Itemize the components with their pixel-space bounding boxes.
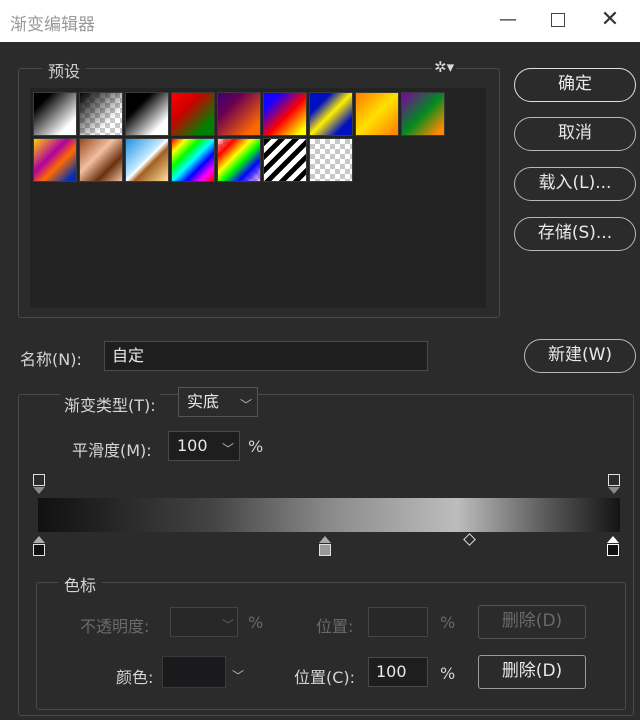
opacity-unit: % <box>248 613 264 632</box>
preset-swatch-foreground-to-transparent[interactable] <box>79 92 123 136</box>
color-label: 颜色: <box>116 668 154 687</box>
preset-swatch-fill <box>172 93 214 135</box>
stops-label: 色标 <box>58 572 103 596</box>
color-picker-swatch[interactable] <box>162 656 226 688</box>
opacity-location-label: 位置: <box>316 617 354 636</box>
name-label: 名称(N): <box>20 350 82 369</box>
opacity-stop-left[interactable] <box>33 474 45 486</box>
gradient-type-value: 实底 <box>187 392 220 411</box>
smoothness-value: 100 <box>177 436 208 455</box>
preset-swatch-black-white[interactable] <box>125 92 169 136</box>
opacity-stop-right-pointer <box>608 487 620 494</box>
color-stop-middle[interactable] <box>319 544 331 556</box>
presets-label: 预设 <box>42 58 87 82</box>
opacity-location-unit: % <box>440 613 456 632</box>
opacity-stop-right[interactable] <box>608 474 620 486</box>
color-stop-left-pointer <box>33 536 45 543</box>
chevron-down-icon: ﹀ <box>240 398 253 412</box>
preset-swatch-fill <box>126 139 168 181</box>
preset-swatch-fill <box>80 93 122 135</box>
ok-button[interactable]: 确定 <box>514 68 636 102</box>
preset-swatch-yellow-violet-orange-blue[interactable] <box>33 138 77 182</box>
chevron-down-icon: ﹀ <box>222 618 235 632</box>
title-bar: 渐变编辑器 — ✕ <box>0 0 640 42</box>
chevron-down-icon[interactable]: ﹀ <box>222 440 234 457</box>
preset-swatch-transparent[interactable] <box>309 138 353 182</box>
preset-swatch-fill <box>172 139 214 181</box>
preset-swatch-blue-yellow-blue[interactable] <box>309 92 353 136</box>
load-button[interactable]: 载入(L)... <box>514 167 636 201</box>
color-stop-middle-pointer <box>319 536 331 543</box>
color-location-unit: % <box>440 664 456 683</box>
minimize-icon[interactable]: — <box>494 8 522 32</box>
preset-swatch-red-green[interactable] <box>171 92 215 136</box>
cancel-button[interactable]: 取消 <box>514 117 636 151</box>
preset-swatch-fill <box>126 93 168 135</box>
preset-swatch-fill <box>310 93 352 135</box>
preset-swatch-blue-red-yellow[interactable] <box>263 92 307 136</box>
preset-swatch-fill <box>356 93 398 135</box>
preset-swatch-foreground-to-background[interactable] <box>33 92 77 136</box>
preset-swatch-fill <box>80 139 122 181</box>
opacity-location-input[interactable] <box>368 607 428 637</box>
new-button[interactable]: 新建(W) <box>524 339 636 373</box>
maximize-icon[interactable] <box>544 8 572 32</box>
preset-swatch-copper[interactable] <box>79 138 123 182</box>
preset-swatch-fill <box>264 139 306 181</box>
color-stop-right[interactable] <box>607 544 619 556</box>
color-location-input[interactable]: 100 <box>368 657 428 687</box>
preset-swatch-fill <box>402 93 444 135</box>
color-location-label: 位置(C): <box>294 668 356 687</box>
color-stop-left[interactable] <box>33 544 45 556</box>
preset-swatch-fill <box>218 139 260 181</box>
preset-swatch-violet-orange[interactable] <box>217 92 261 136</box>
preset-swatch-violet-green-orange[interactable] <box>401 92 445 136</box>
chevron-down-icon[interactable]: ﹀ <box>232 667 244 684</box>
close-icon[interactable]: ✕ <box>596 8 624 32</box>
preset-swatch-transparent-rainbow[interactable] <box>217 138 261 182</box>
preset-swatch-chrome[interactable] <box>125 138 169 182</box>
preset-swatch-fill <box>34 139 76 181</box>
save-button[interactable]: 存储(S)... <box>514 217 636 251</box>
gradient-type-label: 渐变类型(T): <box>60 392 160 416</box>
gradient-preview-bar[interactable] <box>38 498 620 532</box>
opacity-label: 不透明度: <box>80 617 150 636</box>
opacity-stop-left-pointer <box>33 487 45 494</box>
preset-swatch-fill <box>218 93 260 135</box>
color-delete-button[interactable]: 删除(D) <box>478 655 586 689</box>
smoothness-label: 平滑度(M): <box>72 441 152 460</box>
gear-icon[interactable]: ✲▾ <box>432 58 457 76</box>
stops-group <box>36 582 626 710</box>
name-input[interactable]: 自定 <box>104 341 428 371</box>
preset-swatch-orange-yellow-orange[interactable] <box>355 92 399 136</box>
smoothness-unit: % <box>248 437 264 456</box>
preset-swatch-spectrum[interactable] <box>171 138 215 182</box>
window-title: 渐变编辑器 <box>10 15 95 35</box>
opacity-delete-button[interactable]: 删除(D) <box>478 605 586 639</box>
color-stop-right-pointer <box>607 536 619 543</box>
preset-swatch-fill <box>264 93 306 135</box>
preset-swatch-transparent-stripes[interactable] <box>263 138 307 182</box>
preset-swatch-fill <box>34 93 76 135</box>
